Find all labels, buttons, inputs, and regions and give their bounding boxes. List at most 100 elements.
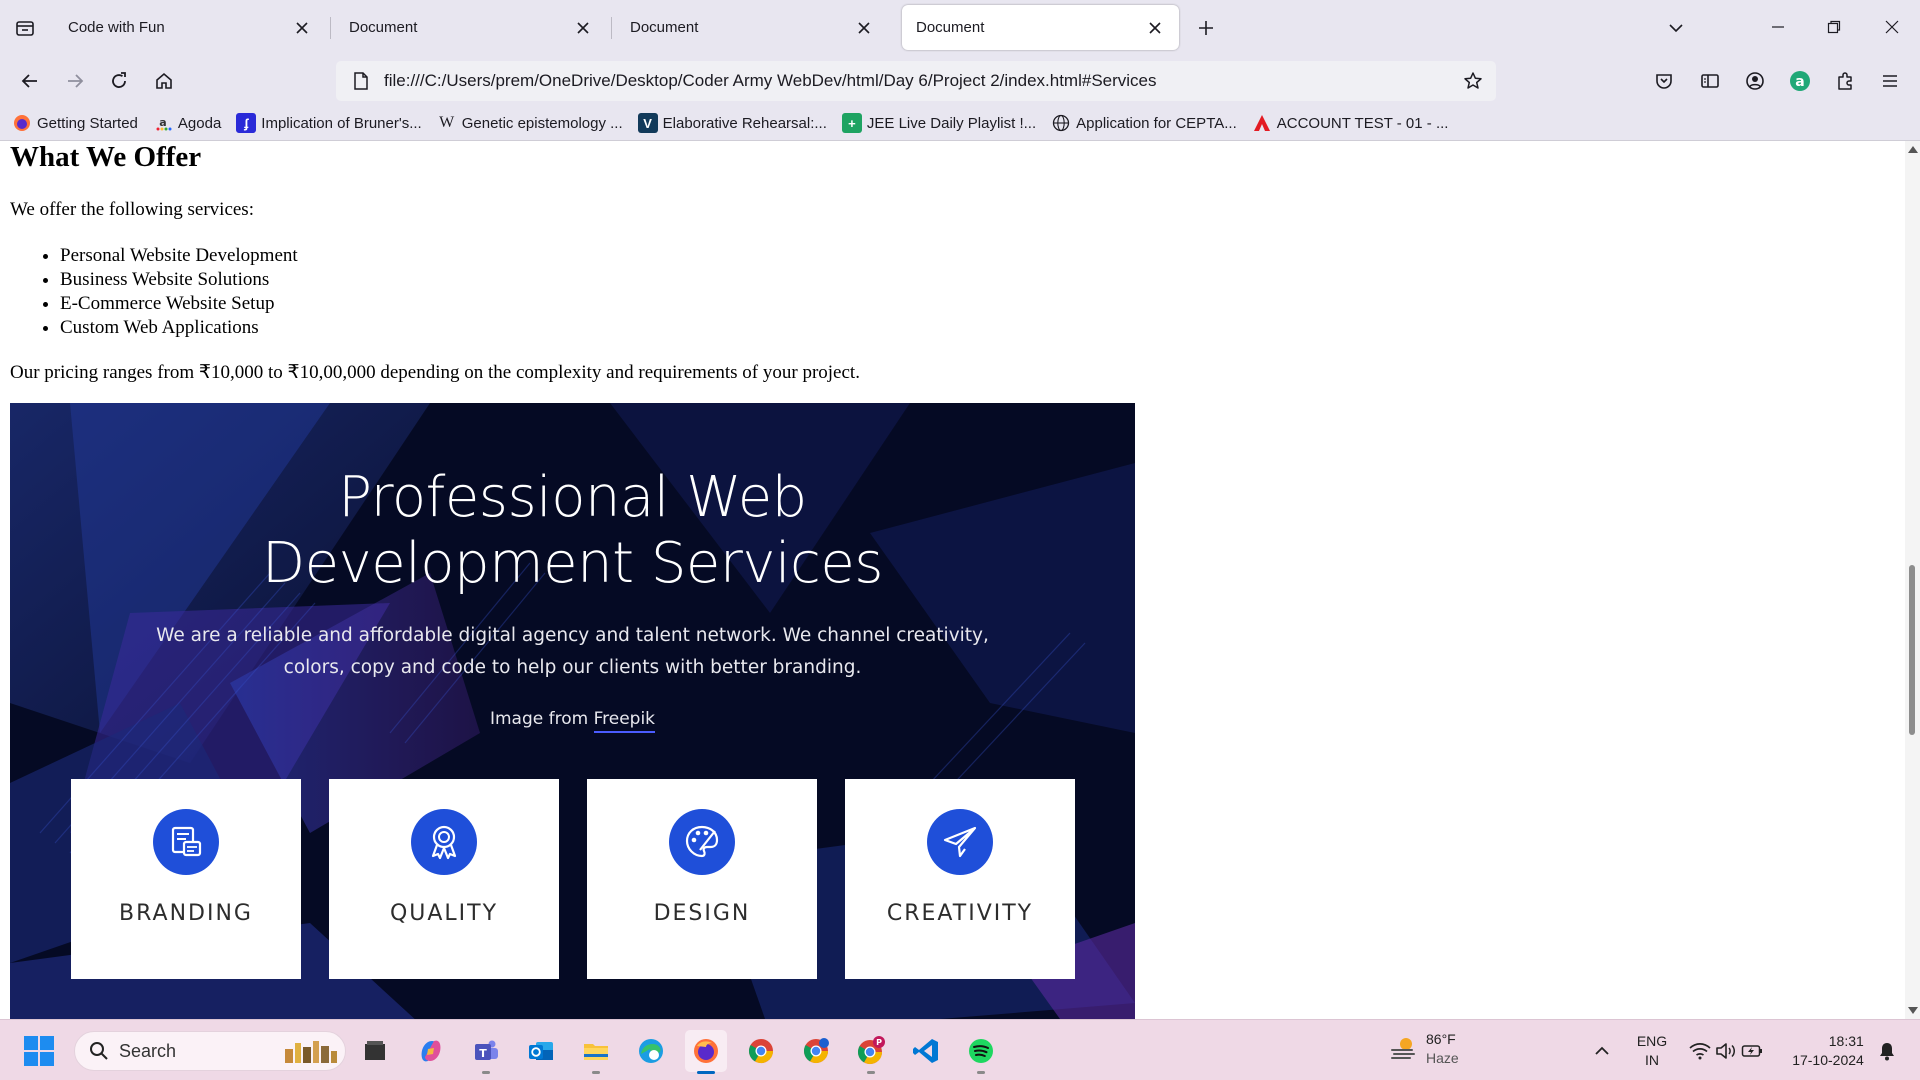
bookmark-label: Implication of Bruner's...	[261, 114, 422, 132]
arrow-left-icon	[21, 74, 37, 88]
language-indicator[interactable]: ENG IN	[1630, 1020, 1674, 1080]
tab-close-button[interactable]	[854, 18, 874, 38]
search-icon	[87, 1039, 111, 1063]
bookmark-genetic-epistemology[interactable]: W Genetic epistemology ...	[437, 113, 622, 133]
region-code: IN	[1645, 1051, 1659, 1068]
page-heading: What We Offer	[10, 141, 202, 173]
close-icon	[577, 21, 589, 34]
minimize-button[interactable]	[1750, 0, 1806, 54]
forward-button[interactable]	[57, 63, 93, 99]
firefox-icon	[694, 1039, 718, 1063]
vertical-scrollbar[interactable]	[1905, 141, 1920, 1019]
taskbar-app-copilot[interactable]	[410, 1030, 452, 1072]
extension-avatar-button[interactable]: a	[1782, 63, 1818, 99]
taskbar-app-vscode[interactable]	[905, 1030, 947, 1072]
taskbar-app-firefox[interactable]	[685, 1030, 727, 1074]
scroll-up-arrow-icon[interactable]	[1907, 143, 1918, 154]
bookmark-label: Getting Started	[37, 114, 138, 132]
agoda-icon: a	[153, 113, 173, 133]
bell-icon	[1880, 1042, 1894, 1060]
bookmark-bruner[interactable]: ʄ Implication of Bruner's...	[236, 113, 422, 133]
menu-button[interactable]	[1872, 63, 1908, 99]
taskbar-app-chrome-p[interactable]: P	[850, 1030, 892, 1074]
new-tab-button[interactable]	[1190, 12, 1222, 44]
bookmark-account-test[interactable]: ACCOUNT TEST - 01 - ...	[1252, 113, 1449, 133]
file-explorer-dark-icon	[365, 1041, 385, 1060]
tab-list-icon	[16, 21, 34, 36]
sidebar-icon	[1701, 74, 1719, 88]
tab-title: Document	[916, 19, 985, 36]
sidebar-button[interactable]	[1692, 63, 1728, 99]
svg-text:T: T	[479, 1047, 487, 1060]
bookmark-cepta[interactable]: Application for CEPTA...	[1051, 113, 1237, 133]
puzzle-icon	[1838, 72, 1852, 90]
search-label: Search	[119, 1040, 177, 1061]
tab-document-2[interactable]: Document	[616, 5, 888, 50]
reload-button[interactable]	[101, 63, 137, 99]
card-label: BRANDING	[119, 901, 253, 926]
tab-close-button[interactable]	[1145, 18, 1165, 38]
taskbar-app-outlook[interactable]	[520, 1030, 562, 1072]
taskbar-search[interactable]: Search	[74, 1031, 346, 1071]
taskbar-app-chrome[interactable]	[740, 1030, 782, 1072]
taskbar-app-file-explorer[interactable]	[575, 1030, 617, 1074]
bookmark-label: ACCOUNT TEST - 01 - ...	[1276, 114, 1449, 132]
system-status-icons[interactable]	[1686, 1020, 1766, 1080]
bookmark-elaborative-rehearsal[interactable]: V Elaborative Rehearsal:...	[637, 113, 827, 133]
scroll-down-arrow-icon[interactable]	[1907, 1005, 1918, 1016]
windows-logo-icon	[24, 1036, 54, 1066]
taskbar-app-edge[interactable]	[630, 1030, 672, 1072]
show-hidden-icons-button[interactable]	[1588, 1020, 1616, 1080]
list-all-tabs-button[interactable]	[1660, 12, 1692, 44]
outlook-icon	[529, 1042, 553, 1060]
document-icon	[354, 72, 368, 90]
page-icon[interactable]	[346, 66, 376, 96]
page-viewport: What We Offer We offer the following ser…	[0, 141, 1905, 1019]
bookmark-agoda[interactable]: a Agoda	[153, 113, 221, 133]
tab-code-with-fun[interactable]: Code with Fun	[54, 5, 326, 50]
card-label: DESIGN	[653, 901, 751, 926]
start-button[interactable]	[22, 1034, 56, 1068]
banner-title-line: Professional Web	[338, 465, 807, 530]
back-button[interactable]	[12, 63, 48, 99]
tab-title: Document	[349, 19, 418, 36]
taskbar-app-explorer[interactable]	[354, 1030, 396, 1072]
url-text[interactable]: file:///C:/Users/prem/OneDrive/Desktop/C…	[384, 71, 1456, 91]
minimize-icon	[1772, 26, 1784, 28]
pricing-text: Our pricing ranges from ₹10,000 to ₹10,0…	[10, 362, 860, 383]
tab-close-button[interactable]	[573, 18, 593, 38]
reload-icon	[112, 72, 126, 88]
folder-icon	[584, 1044, 608, 1060]
tab-list-button[interactable]	[10, 13, 40, 43]
tab-document-1[interactable]: Document	[335, 5, 607, 50]
scrollbar-thumb[interactable]	[1909, 565, 1915, 735]
extensions-button[interactable]	[1827, 63, 1863, 99]
notifications-button[interactable]	[1872, 1020, 1902, 1080]
tab-title: Document	[630, 19, 699, 36]
restore-button[interactable]	[1806, 0, 1862, 54]
card-label: CREATIVITY	[886, 901, 1034, 926]
account-button[interactable]	[1737, 63, 1773, 99]
globe-icon	[1051, 113, 1071, 133]
creativity-card: CREATIVITY	[845, 779, 1075, 979]
taskbar-app-teams[interactable]: T	[465, 1030, 507, 1074]
pocket-button[interactable]	[1646, 63, 1682, 99]
close-icon	[1149, 21, 1161, 34]
taskbar-app-chrome-profile[interactable]	[795, 1030, 837, 1072]
banner-credit: Image from Freepik	[10, 709, 1135, 733]
address-bar[interactable]: file:///C:/Users/prem/OneDrive/Desktop/C…	[336, 61, 1496, 101]
taskbar-app-spotify[interactable]	[960, 1030, 1002, 1074]
sheets-icon: +	[841, 113, 862, 133]
bookmark-label: Elaborative Rehearsal:...	[662, 114, 827, 132]
tab-close-button[interactable]	[292, 18, 312, 38]
bookmark-jee-playlist[interactable]: + JEE Live Daily Playlist !...	[841, 113, 1036, 133]
card-label: QUALITY	[389, 901, 499, 926]
clock[interactable]: 18:31 17-10-2024	[1778, 1020, 1878, 1080]
tab-document-active[interactable]: Document	[902, 5, 1179, 50]
language-code: ENG	[1636, 1032, 1668, 1049]
weather-widget[interactable]: 86°F Haze	[1388, 1030, 1459, 1068]
home-button[interactable]	[146, 63, 182, 99]
bookmark-star-button[interactable]	[1456, 64, 1490, 98]
close-window-button[interactable]	[1864, 0, 1920, 54]
bookmark-getting-started[interactable]: Getting Started	[12, 113, 138, 133]
